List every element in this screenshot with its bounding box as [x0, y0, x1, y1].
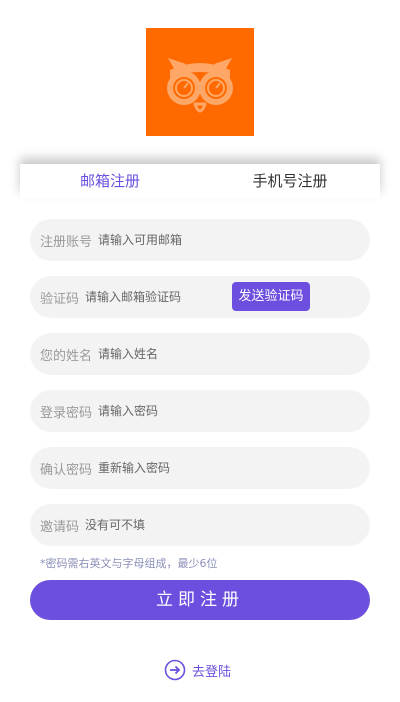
send-code-button[interactable]: 发送验证码: [232, 282, 310, 311]
register-submit-button[interactable]: 立即注册: [30, 580, 370, 620]
go-login-label: 去登陆: [192, 664, 232, 680]
invite-code-label: 邀请码: [40, 519, 80, 535]
account-input[interactable]: [98, 233, 289, 247]
tab-phone-register[interactable]: 手机号注册: [200, 164, 380, 198]
confirm-password-label: 确认密码: [40, 462, 93, 478]
password-label: 登录密码: [40, 405, 93, 421]
account-field: 注册账号: [30, 219, 370, 261]
name-input[interactable]: [98, 347, 289, 361]
password-hint: *密码需右英文与字母组成，最少6位: [40, 557, 218, 570]
go-login-link[interactable]: 去登陆: [164, 659, 231, 681]
password-field: 登录密码: [30, 390, 370, 432]
app-logo: [146, 28, 254, 136]
invite-code-field: 邀请码: [30, 504, 370, 546]
code-label: 验证码: [40, 291, 80, 307]
code-input[interactable]: [85, 290, 216, 304]
owl-logo-icon: [167, 58, 233, 113]
tab-email-register[interactable]: 邮箱注册: [20, 164, 200, 198]
name-field: 您的姓名: [30, 333, 370, 375]
arrow-right-circle-icon: [164, 659, 186, 681]
register-tabs: 邮箱注册 手机号注册: [20, 164, 380, 198]
name-label: 您的姓名: [40, 348, 93, 364]
password-input[interactable]: [98, 404, 289, 418]
code-field: 验证码 发送验证码: [30, 276, 370, 318]
confirm-password-field: 确认密码: [30, 447, 370, 489]
invite-code-input[interactable]: [85, 518, 276, 532]
confirm-password-input[interactable]: [98, 461, 289, 475]
account-label: 注册账号: [40, 234, 93, 250]
